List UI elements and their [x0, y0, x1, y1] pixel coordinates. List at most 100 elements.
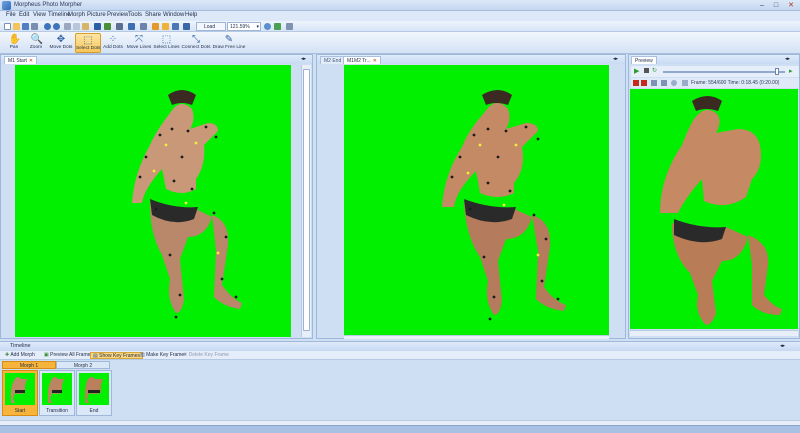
- preview-figure: [660, 96, 782, 325]
- new-icon[interactable]: [4, 23, 11, 30]
- status-bar: [0, 425, 800, 433]
- share-icon[interactable]: [274, 23, 281, 30]
- settings-icon[interactable]: [286, 23, 293, 30]
- menu-window[interactable]: Window: [163, 12, 184, 18]
- connect-dots-icon: ⤡: [192, 34, 200, 45]
- add-morph-button[interactable]: ✚ Add Morph: [3, 352, 37, 359]
- menu-tools[interactable]: Tools: [128, 12, 142, 18]
- tool-select-lines[interactable]: ⬚ Select Lines: [153, 33, 180, 53]
- keyframe-icon: ▥: [140, 352, 145, 358]
- close-icon[interactable]: ✕: [373, 58, 377, 64]
- make-key-frame-button[interactable]: ▥ Make Key Frame: [138, 352, 186, 359]
- globe-icon[interactable]: [264, 23, 271, 30]
- morph-1-header[interactable]: Morph 1: [2, 361, 56, 369]
- close-button[interactable]: ✕: [785, 1, 797, 10]
- tool-connect-dots[interactable]: ⤡ Connect Dots: [181, 33, 211, 53]
- print-icon[interactable]: [31, 23, 38, 30]
- menu-bar: File Edit View Timeline Morph Picture Pr…: [0, 11, 800, 21]
- flip-icon[interactable]: [94, 23, 101, 30]
- step-forward-icon[interactable]: ▸: [789, 67, 793, 75]
- tab-m2-end[interactable]: M2 End: [320, 56, 346, 64]
- menu-share[interactable]: Share: [145, 12, 161, 18]
- play-icon[interactable]: ▶: [634, 67, 639, 75]
- save-frame-icon[interactable]: [661, 80, 667, 86]
- tab-m1-start[interactable]: M1 Start ✕: [4, 56, 38, 64]
- record-icon[interactable]: [633, 80, 639, 86]
- crop-icon[interactable]: [140, 23, 147, 30]
- stop-icon[interactable]: [644, 68, 649, 73]
- end-figure: [442, 90, 566, 321]
- loop-icon[interactable]: ↻: [652, 67, 657, 74]
- zoom-select[interactable]: 121.59% ▾: [227, 22, 261, 31]
- quick-toolbar: Load Picture... 121.59% ▾: [0, 21, 800, 39]
- start-image-canvas[interactable]: [15, 65, 291, 337]
- camera-icon[interactable]: [651, 80, 657, 86]
- redo-icon[interactable]: [53, 23, 60, 30]
- preview-slider-thumb[interactable]: [775, 68, 779, 75]
- morph-2-header[interactable]: Morph 2: [56, 361, 110, 369]
- tool-move-dots[interactable]: ✥ Move Dots: [48, 33, 74, 53]
- fit-icon[interactable]: [183, 23, 190, 30]
- zoom-small-icon[interactable]: [172, 23, 179, 30]
- frame-info: Frame: 554/600 Time: 0:18.45 (0:20.00): [691, 80, 780, 86]
- frame-start[interactable]: Start: [2, 370, 38, 416]
- panel-nav-icon[interactable]: ◂▸: [301, 56, 306, 62]
- paste-icon[interactable]: [82, 23, 89, 30]
- tool-zoom[interactable]: 🔍 Zoom: [26, 33, 46, 53]
- delete-icon: ✖: [183, 352, 188, 358]
- open-icon[interactable]: [13, 23, 20, 30]
- menu-help[interactable]: Help: [185, 12, 197, 18]
- rotate-icon[interactable]: [128, 23, 135, 30]
- tool-move-lines[interactable]: ⤧ Move Lines: [126, 33, 152, 53]
- image-icon[interactable]: [104, 23, 111, 30]
- menu-preview[interactable]: Preview: [107, 12, 128, 18]
- cut-icon[interactable]: [64, 23, 71, 30]
- settings-icon[interactable]: [671, 80, 677, 86]
- tool-select-dots[interactable]: ⬚ Select Dots: [75, 33, 101, 53]
- load-pictures-button[interactable]: Load Picture...: [196, 22, 226, 39]
- copy-icon[interactable]: [73, 23, 80, 30]
- tool-pan[interactable]: ✋ Pan: [4, 33, 24, 53]
- menu-view[interactable]: View: [33, 12, 46, 18]
- maximize-button[interactable]: □: [770, 1, 782, 10]
- menu-file[interactable]: File: [6, 12, 16, 18]
- playback-bar: ▶ ↻ ▸: [631, 66, 799, 77]
- end-horizontal-scrollbar[interactable]: [344, 335, 609, 339]
- hand-icon: ✋: [8, 34, 21, 45]
- show-key-frames-button[interactable]: ▤ Show Key Frames: [90, 352, 143, 359]
- grid-icon[interactable]: [116, 23, 123, 30]
- preview-horizontal-scrollbar[interactable]: [630, 330, 798, 336]
- preview-all-frames-button[interactable]: ▣ Preview All Frames: [42, 352, 95, 359]
- hand-small-icon[interactable]: [152, 23, 159, 30]
- key-icon: ▤: [93, 353, 98, 359]
- frame-end-thumbnail: [79, 373, 109, 405]
- select-small-icon[interactable]: [162, 23, 169, 30]
- tab-preview[interactable]: Preview: [631, 56, 657, 64]
- start-figure: [132, 90, 242, 319]
- magnifier-icon: 🔍: [30, 34, 43, 45]
- save-icon[interactable]: [22, 23, 29, 30]
- delete-key-frame-button[interactable]: ✖ Delete Key Frame: [181, 352, 231, 359]
- record-stop-icon[interactable]: [641, 80, 647, 86]
- frame-end[interactable]: End: [76, 370, 112, 416]
- tool-add-dots[interactable]: ⁘ Add Dots: [102, 33, 124, 53]
- menu-morph[interactable]: Morph: [68, 12, 85, 18]
- minimize-button[interactable]: –: [756, 1, 768, 10]
- export-icon[interactable]: [682, 80, 688, 86]
- panel-nav-icon[interactable]: ◂▸: [780, 342, 785, 351]
- end-image-canvas[interactable]: [344, 65, 609, 337]
- tool-draw-free-line[interactable]: ✎ Draw Free Line: [212, 33, 246, 53]
- frame-transition[interactable]: Transition: [39, 370, 75, 416]
- panel-nav-icon[interactable]: ◂▸: [613, 56, 618, 62]
- scroll-thumb[interactable]: [303, 69, 310, 331]
- start-vertical-scrollbar[interactable]: [301, 65, 311, 337]
- preview-slider-track[interactable]: [663, 71, 785, 73]
- close-icon[interactable]: ✕: [29, 58, 33, 64]
- panel-nav-icon[interactable]: ◂▸: [785, 56, 790, 62]
- menu-edit[interactable]: Edit: [19, 12, 29, 18]
- tab-m1m2-transition[interactable]: M1M2 Tr... ✕: [343, 56, 381, 64]
- menu-picture[interactable]: Picture: [87, 12, 106, 18]
- start-image-panel: M1 Start ✕ ◂▸: [0, 54, 313, 339]
- title-bar: Morpheus Photo Morpher – □ ✕: [0, 0, 800, 11]
- undo-icon[interactable]: [44, 23, 51, 30]
